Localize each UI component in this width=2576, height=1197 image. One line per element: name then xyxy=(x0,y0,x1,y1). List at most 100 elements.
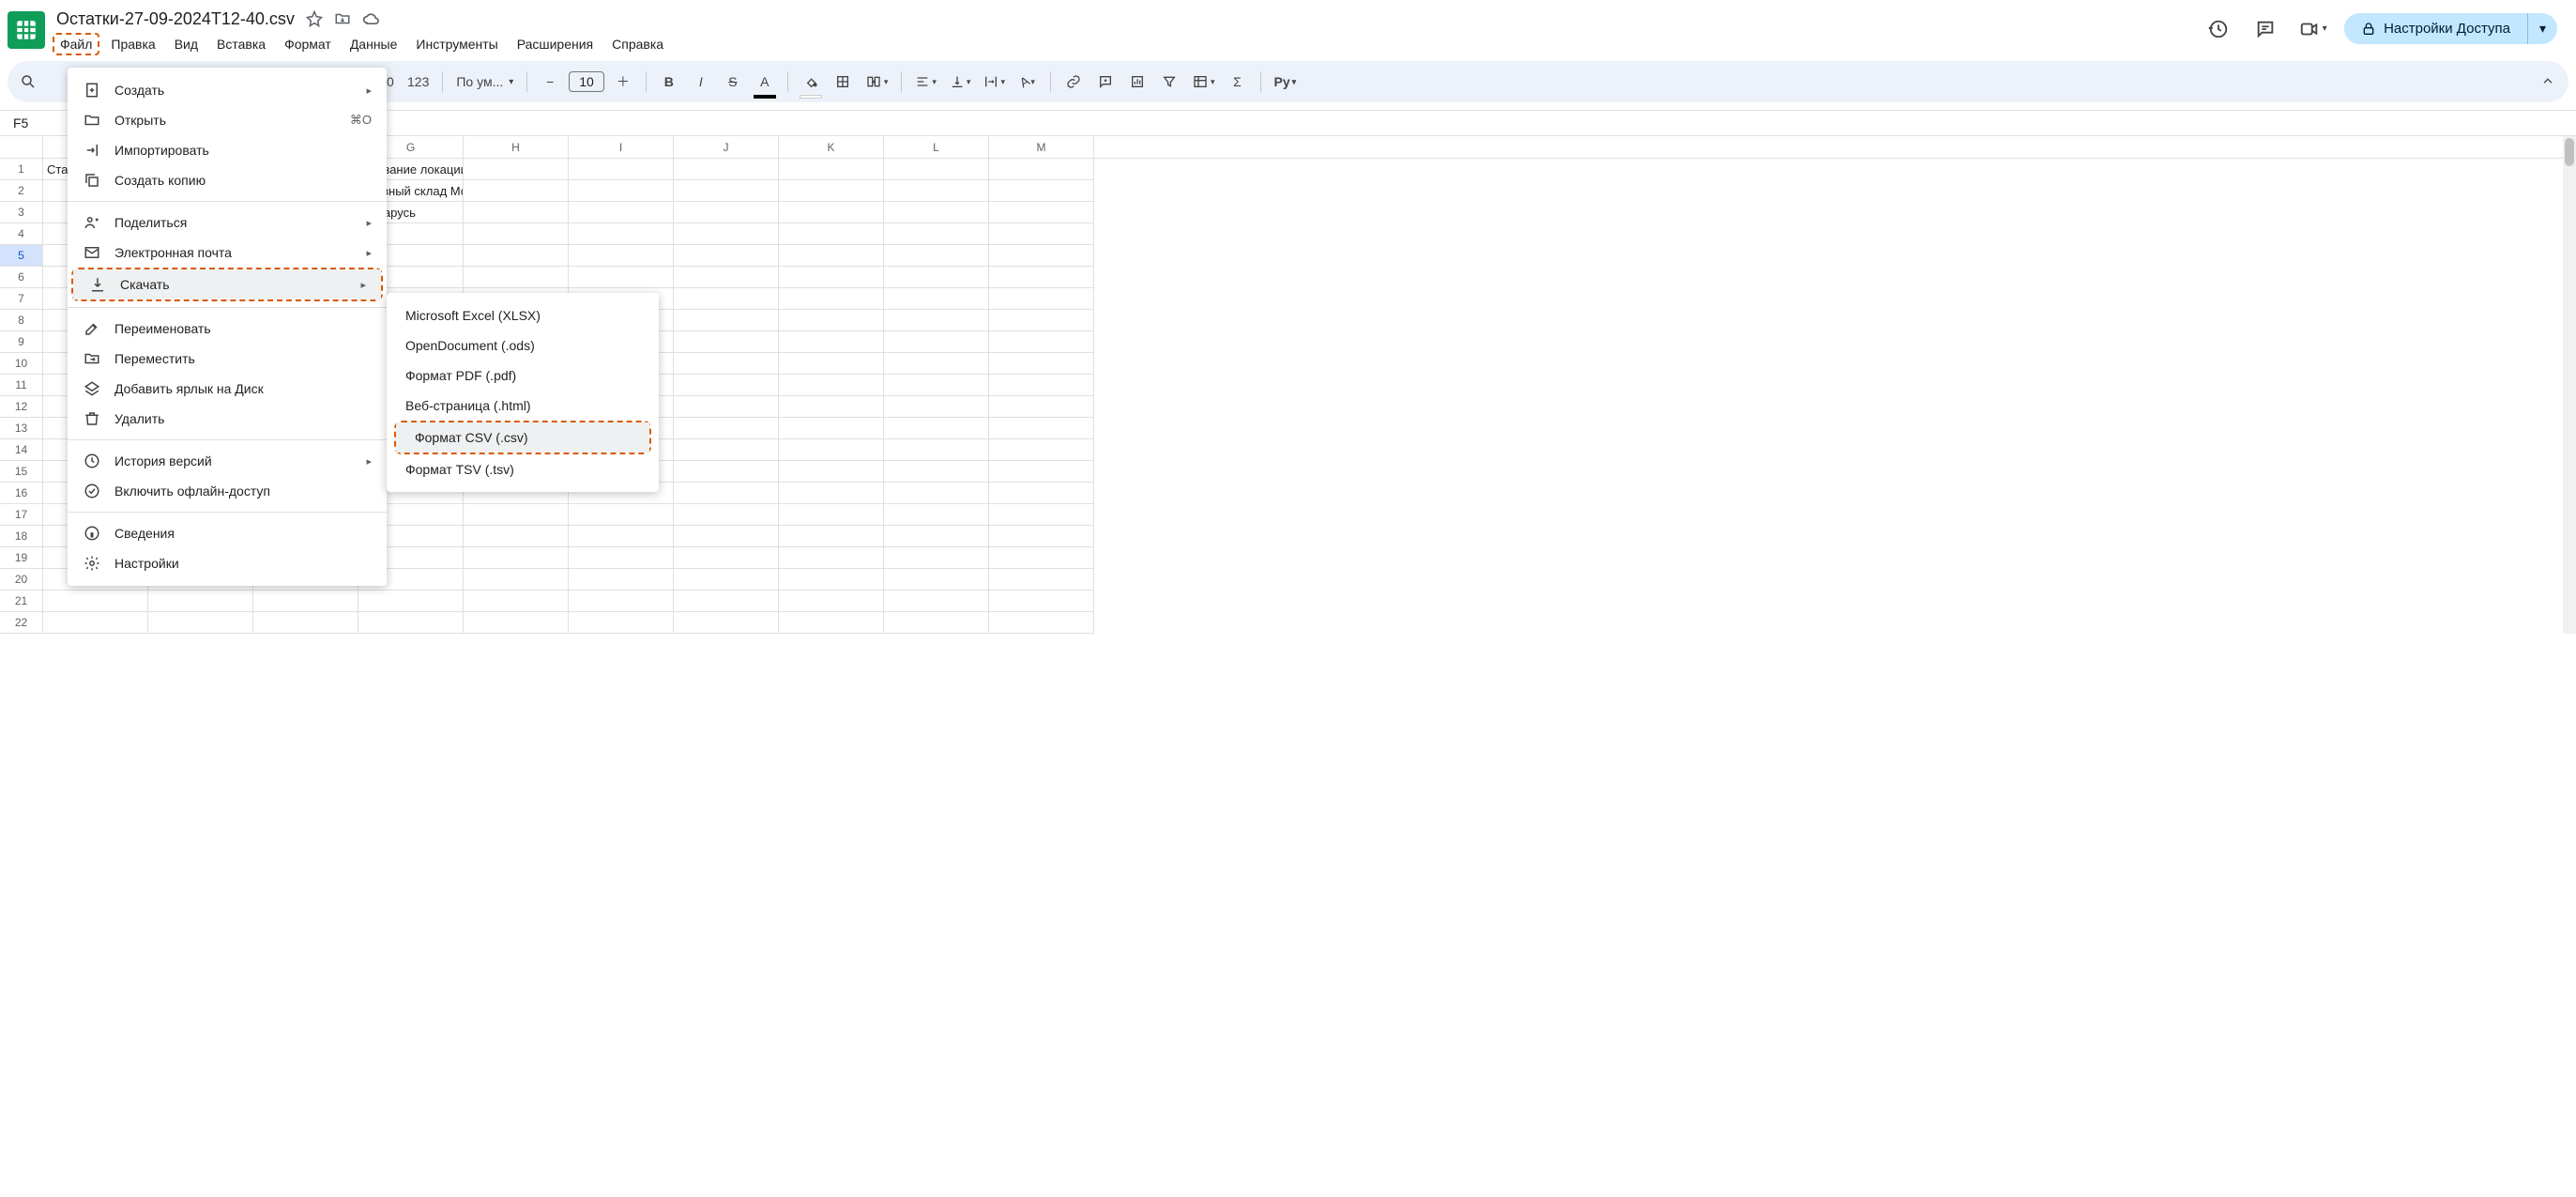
row-header[interactable]: 22 xyxy=(0,612,42,634)
cell[interactable] xyxy=(989,461,1094,483)
cell[interactable] xyxy=(674,547,779,569)
text-color-button[interactable]: A xyxy=(752,68,778,96)
insert-comment-button[interactable] xyxy=(1092,68,1119,96)
col-header[interactable]: L xyxy=(884,136,989,158)
move-to-folder-icon[interactable] xyxy=(334,10,351,29)
cell[interactable] xyxy=(884,461,989,483)
cell[interactable] xyxy=(989,439,1094,461)
cell[interactable] xyxy=(779,461,884,483)
cell[interactable] xyxy=(884,267,989,288)
font-size-input[interactable]: 10 xyxy=(569,71,604,92)
cell[interactable] xyxy=(674,180,779,202)
cell[interactable] xyxy=(674,483,779,504)
font-family-select[interactable]: По ум...▾ xyxy=(452,68,517,96)
cell[interactable] xyxy=(253,612,358,634)
cell[interactable] xyxy=(464,591,569,612)
file-open[interactable]: Открыть⌘O xyxy=(68,105,387,135)
cell[interactable] xyxy=(989,288,1094,310)
menu-format[interactable]: Формат xyxy=(277,33,339,55)
cell[interactable] xyxy=(884,353,989,375)
cell[interactable] xyxy=(884,526,989,547)
collapse-toolbar-icon[interactable] xyxy=(2535,68,2561,96)
cell[interactable] xyxy=(674,504,779,526)
cell[interactable] xyxy=(989,526,1094,547)
menu-insert[interactable]: Вставка xyxy=(209,33,273,55)
cell[interactable] xyxy=(989,396,1094,418)
row-header[interactable]: 5 xyxy=(0,245,42,267)
font-size-decrease[interactable]: − xyxy=(537,68,563,96)
cell[interactable] xyxy=(884,483,989,504)
cell[interactable] xyxy=(779,483,884,504)
download-ods[interactable]: OpenDocument (.ods) xyxy=(387,330,659,361)
cell[interactable] xyxy=(569,180,674,202)
cell[interactable] xyxy=(779,439,884,461)
cell[interactable] xyxy=(674,223,779,245)
cloud-status-icon[interactable] xyxy=(362,10,381,29)
cell[interactable] xyxy=(989,612,1094,634)
file-trash[interactable]: Удалить xyxy=(68,404,387,434)
cell[interactable] xyxy=(989,375,1094,396)
cell[interactable] xyxy=(674,159,779,180)
cell[interactable] xyxy=(569,245,674,267)
cell[interactable] xyxy=(884,547,989,569)
file-version-history[interactable]: История версий▸ xyxy=(68,446,387,476)
cell[interactable] xyxy=(989,310,1094,331)
cell[interactable] xyxy=(674,310,779,331)
file-make-copy[interactable]: Создать копию xyxy=(68,165,387,195)
cell[interactable] xyxy=(43,591,148,612)
row-header[interactable]: 1 xyxy=(0,159,42,180)
row-header[interactable]: 9 xyxy=(0,331,42,353)
wrap-button[interactable]: ▾ xyxy=(980,68,1009,96)
file-import[interactable]: Импортировать xyxy=(68,135,387,165)
cell[interactable] xyxy=(674,331,779,353)
cell[interactable] xyxy=(884,396,989,418)
file-details[interactable]: Сведения xyxy=(68,518,387,548)
row-header[interactable]: 13 xyxy=(0,418,42,439)
cell[interactable] xyxy=(779,267,884,288)
cell[interactable] xyxy=(358,591,464,612)
font-size-increase[interactable]: ＋ xyxy=(610,68,636,96)
cell[interactable] xyxy=(569,569,674,591)
file-settings[interactable]: Настройки xyxy=(68,548,387,578)
row-header[interactable]: 12 xyxy=(0,396,42,418)
cell[interactable] xyxy=(779,504,884,526)
row-header[interactable]: 21 xyxy=(0,591,42,612)
cell[interactable] xyxy=(569,591,674,612)
menu-view[interactable]: Вид xyxy=(167,33,206,55)
history-icon[interactable] xyxy=(2203,14,2233,44)
cell[interactable] xyxy=(569,612,674,634)
cell[interactable] xyxy=(674,353,779,375)
cell[interactable] xyxy=(674,202,779,223)
row-header[interactable]: 4 xyxy=(0,223,42,245)
select-all-corner[interactable] xyxy=(0,136,43,159)
cell[interactable] xyxy=(464,547,569,569)
col-header[interactable]: M xyxy=(989,136,1094,158)
menu-file[interactable]: Файл xyxy=(53,33,99,55)
cell[interactable] xyxy=(569,547,674,569)
row-header[interactable]: 17 xyxy=(0,504,42,526)
file-download[interactable]: Скачать▸ xyxy=(73,269,381,299)
download-xlsx[interactable]: Microsoft Excel (XLSX) xyxy=(387,300,659,330)
cell[interactable] xyxy=(989,180,1094,202)
cell[interactable] xyxy=(674,591,779,612)
cell[interactable] xyxy=(569,202,674,223)
cell[interactable] xyxy=(569,159,674,180)
cell[interactable] xyxy=(674,288,779,310)
row-header[interactable]: 11 xyxy=(0,375,42,396)
insert-chart-button[interactable] xyxy=(1124,68,1151,96)
search-icon[interactable] xyxy=(15,68,41,96)
download-tsv[interactable]: Формат TSV (.tsv) xyxy=(387,454,659,484)
col-header[interactable]: K xyxy=(779,136,884,158)
cell[interactable] xyxy=(674,245,779,267)
cell[interactable] xyxy=(674,267,779,288)
cell[interactable] xyxy=(989,267,1094,288)
functions-button[interactable]: Σ xyxy=(1225,68,1251,96)
cell[interactable] xyxy=(779,202,884,223)
cell[interactable] xyxy=(989,418,1094,439)
cell[interactable] xyxy=(569,504,674,526)
name-box[interactable]: F5 xyxy=(0,115,56,130)
download-csv[interactable]: Формат CSV (.csv) xyxy=(396,422,649,453)
cell[interactable] xyxy=(884,310,989,331)
menu-tools[interactable]: Инструменты xyxy=(408,33,505,55)
cell[interactable] xyxy=(884,180,989,202)
